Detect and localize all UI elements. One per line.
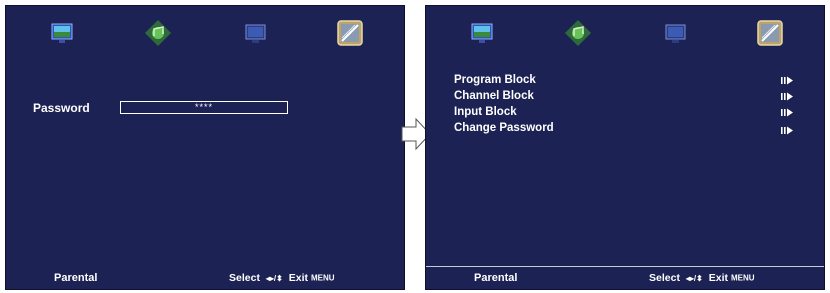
sound-menu-icon[interactable]	[559, 14, 597, 52]
footer-hint: Select ◂▸/⬍ Exit MENU	[229, 272, 335, 284]
channel-menu-icon[interactable]	[656, 14, 694, 52]
picture-menu-icon[interactable]	[43, 14, 81, 52]
menu-key-label: MENU	[730, 273, 755, 283]
footer-divider	[426, 266, 824, 267]
picture-menu-icon[interactable]	[463, 14, 501, 52]
select-hint-label: Select	[649, 272, 680, 285]
menu-item-label: Input Block	[454, 106, 517, 118]
exit-hint-label: Exit	[708, 272, 729, 285]
parental-menu-screen: Program Block Channel Block Input Block …	[425, 5, 825, 290]
parental-menu-icon[interactable]	[751, 14, 789, 52]
menu-item-label: Change Password	[454, 122, 554, 134]
channel-menu-icon[interactable]	[236, 14, 274, 52]
navigation-arrows-icon: ◂▸/⬍	[685, 273, 703, 283]
menu-item-change-password[interactable]: Change Password	[454, 120, 794, 136]
enter-arrow-icon	[781, 76, 793, 85]
password-screen: Password **** Parental Select ◂▸/⬍ Exit …	[5, 5, 405, 290]
footer-title: Parental	[474, 272, 518, 284]
menu-item-program-block[interactable]: Program Block	[454, 72, 794, 88]
menu-item-input-block[interactable]: Input Block	[454, 104, 794, 120]
sound-menu-icon[interactable]	[139, 14, 177, 52]
navigation-arrows-icon: ◂▸/⬍	[265, 273, 283, 283]
menu-icon-bar	[6, 14, 404, 54]
parental-menu-icon[interactable]	[331, 14, 369, 52]
enter-arrow-icon	[781, 108, 793, 117]
menu-item-label: Channel Block	[454, 90, 534, 102]
footer-hint: Select ◂▸/⬍ Exit MENU	[649, 272, 755, 284]
enter-arrow-icon	[781, 92, 793, 101]
select-hint-label: Select	[229, 272, 260, 285]
exit-hint-label: Exit	[288, 272, 309, 285]
menu-item-label: Program Block	[454, 74, 536, 86]
password-label: Password	[33, 101, 90, 115]
password-field[interactable]: ****	[120, 101, 288, 114]
footer-title: Parental	[54, 272, 98, 284]
enter-arrow-icon	[781, 126, 793, 135]
menu-icon-bar	[426, 14, 824, 54]
parental-options-list: Program Block Channel Block Input Block …	[454, 72, 794, 136]
menu-key-label: MENU	[310, 273, 335, 283]
menu-item-channel-block[interactable]: Channel Block	[454, 88, 794, 104]
